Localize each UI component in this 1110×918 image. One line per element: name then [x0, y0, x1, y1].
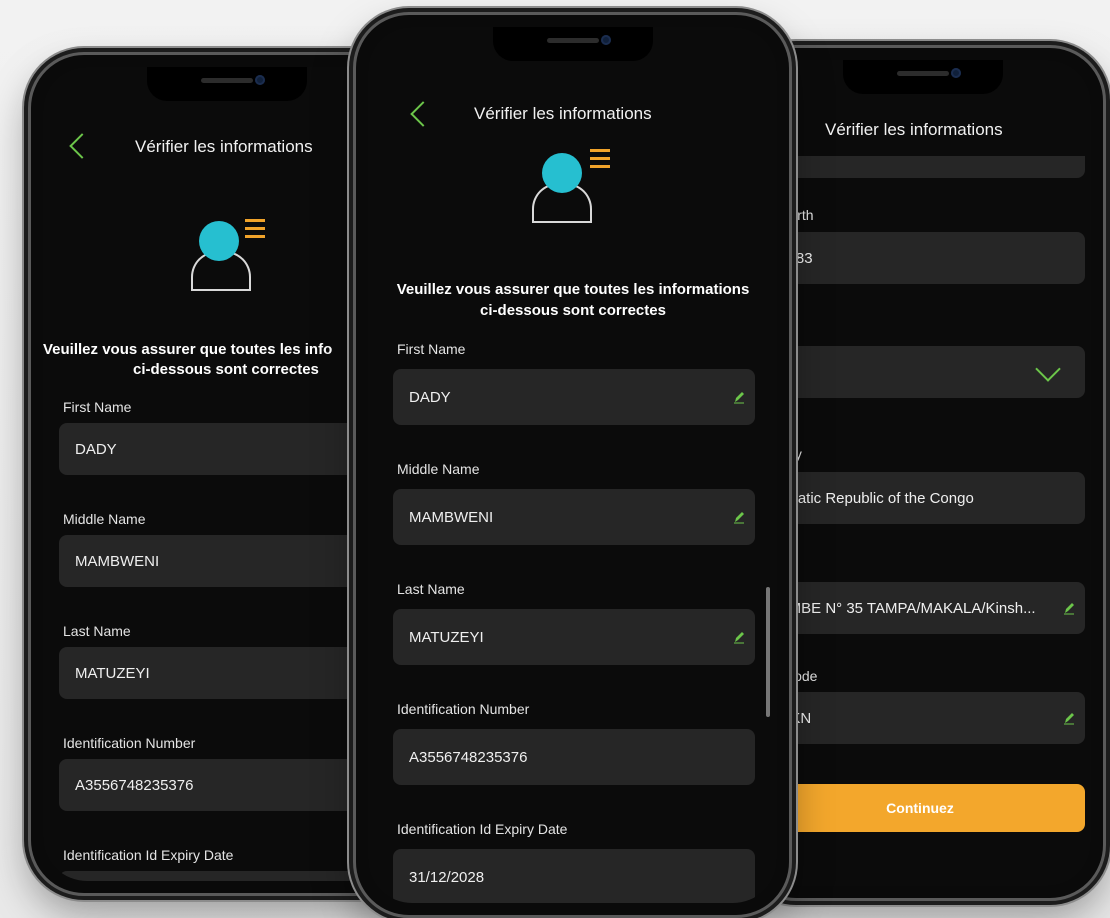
phone-center: Vérifier les informations Veuillez vous … — [353, 12, 792, 918]
address-value: OMBE N° 35 TAMPA/MAKALA/Kinsh... — [777, 599, 1036, 617]
gender-select[interactable] — [755, 346, 1085, 398]
middle-name-label: Middle Name — [397, 461, 480, 477]
expiry-label: Identification Id Expiry Date — [397, 821, 568, 837]
screen-center: Vérifier les informations Veuillez vous … — [368, 27, 777, 903]
pencil-icon[interactable] — [733, 390, 745, 404]
nationality-value: ocratic Republic of the Congo — [777, 489, 974, 507]
expiry-value: 31/12/2028 — [409, 868, 485, 886]
pencil-icon[interactable] — [1063, 601, 1075, 615]
expiry-label: Identification Id Expiry Date — [63, 847, 234, 863]
first-name-value: DADY — [75, 440, 117, 458]
avatar-icon — [185, 207, 265, 297]
page-title: Vérifier les informations — [825, 120, 1003, 139]
back-arrow-icon[interactable] — [69, 133, 95, 159]
scrollbar[interactable] — [766, 587, 770, 717]
id-number-label: Identification Number — [397, 701, 530, 717]
pencil-icon[interactable] — [733, 510, 745, 524]
dob-field[interactable]: /1983 — [755, 232, 1085, 284]
back-arrow-icon[interactable] — [410, 101, 436, 127]
last-name-value: MATUZEYI — [409, 628, 484, 646]
phone-right: Vérifier les informations f Birth /1983 … — [740, 45, 1106, 901]
expiry-field[interactable]: 31/12/2028 — [393, 849, 755, 903]
first-name-value: DADY — [409, 388, 451, 406]
middle-name-label: Middle Name — [63, 511, 146, 527]
page-title: Vérifier les informations — [474, 104, 652, 123]
notch — [492, 27, 653, 61]
middle-name-value: MAMBWENI — [409, 508, 494, 526]
instruction-heading-line1: Veuillez vous assurer que toutes les inf… — [43, 341, 333, 358]
first-name-label: First Name — [63, 399, 132, 415]
continue-button[interactable]: Continuez — [755, 784, 1085, 832]
avatar-icon — [528, 145, 618, 235]
last-name-label: Last Name — [63, 623, 131, 639]
id-number-value: A3556748235376 — [75, 776, 194, 794]
id-number-field[interactable]: A3556748235376 — [393, 729, 755, 785]
pencil-icon[interactable] — [733, 630, 745, 644]
middle-name-field[interactable]: MAMBWENI — [393, 489, 755, 545]
instruction-heading-line1: Veuillez vous assurer que toutes les inf… — [396, 281, 750, 298]
previous-field[interactable] — [755, 156, 1085, 178]
middle-name-value: MAMBWENI — [75, 552, 160, 570]
nationality-field[interactable]: ocratic Republic of the Congo — [755, 472, 1085, 524]
page-title: Vérifier les informations — [135, 137, 313, 156]
screen-right: Vérifier les informations f Birth /1983 … — [755, 60, 1091, 886]
instruction-heading-line2: ci-dessous sont correctes — [480, 302, 666, 319]
id-number-value: A3556748235376 — [409, 748, 528, 766]
first-name-label: First Name — [397, 341, 466, 357]
address-field[interactable]: OMBE N° 35 TAMPA/MAKALA/Kinsh... — [755, 582, 1085, 634]
instruction-heading-line2: ci-dessous sont correctes — [133, 361, 319, 378]
postal-code-field[interactable]: )1KN — [755, 692, 1085, 744]
notch — [843, 60, 1003, 94]
last-name-field[interactable]: MATUZEYI — [393, 609, 755, 665]
pencil-icon[interactable] — [1063, 711, 1075, 725]
last-name-value: MATUZEYI — [75, 664, 150, 682]
last-name-label: Last Name — [397, 581, 465, 597]
chevron-down-icon — [1035, 356, 1061, 382]
first-name-field[interactable]: DADY — [393, 369, 755, 425]
notch — [147, 67, 307, 101]
id-number-label: Identification Number — [63, 735, 196, 751]
